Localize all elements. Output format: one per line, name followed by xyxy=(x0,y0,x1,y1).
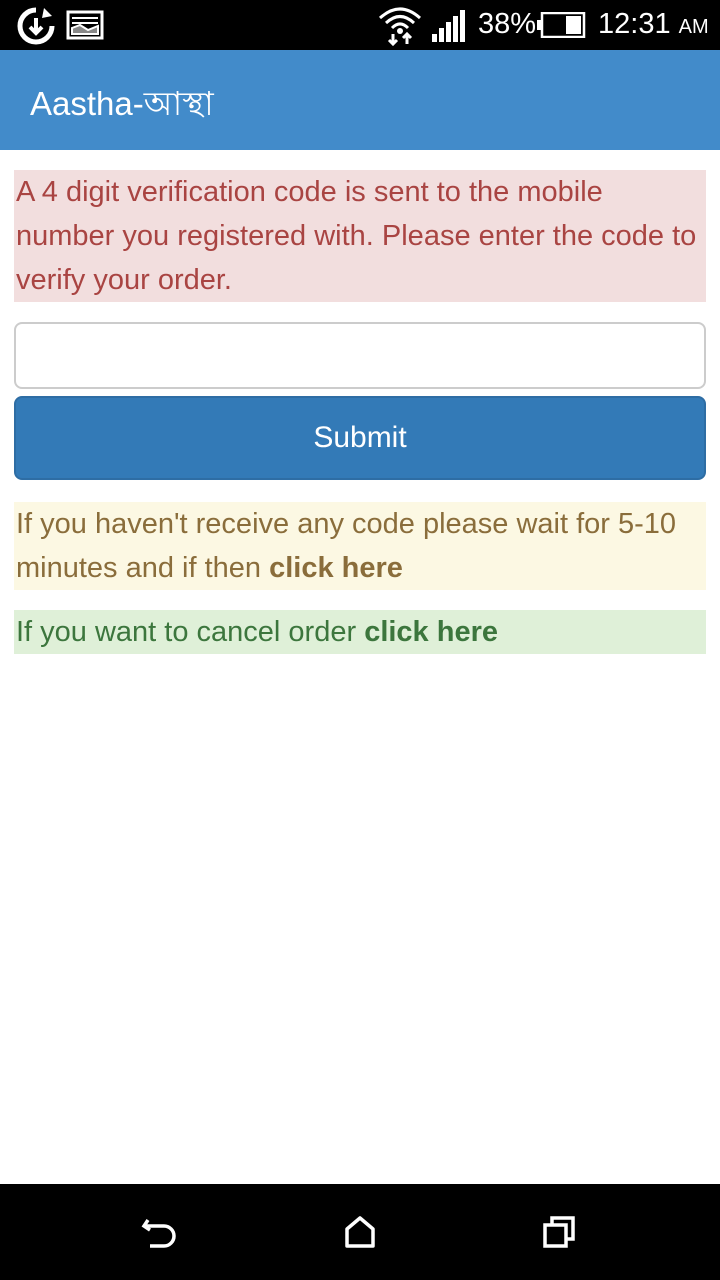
clock-ampm: AM xyxy=(678,16,709,38)
resend-message: If you haven't receive any code please w… xyxy=(14,502,706,590)
verification-message: A 4 digit verification code is sent to t… xyxy=(14,170,706,302)
verification-code-input[interactable] xyxy=(14,322,706,389)
home-icon[interactable] xyxy=(342,1214,378,1255)
app-bar: Aastha-আস্থা xyxy=(0,50,720,150)
recents-icon[interactable] xyxy=(542,1214,578,1255)
cancel-message: If you want to cancel order click here xyxy=(14,610,706,654)
status-bar: 38% 12:31 AM xyxy=(0,0,720,50)
battery-icon xyxy=(536,11,586,43)
cancel-order-link[interactable]: click here xyxy=(364,616,498,648)
back-icon[interactable] xyxy=(140,1214,180,1257)
cancel-text: If you want to cancel order xyxy=(16,616,365,648)
nav-bar xyxy=(0,1184,720,1280)
sync-icon xyxy=(16,6,56,51)
battery-percent: 38% xyxy=(478,8,537,40)
resend-link[interactable]: click here xyxy=(269,552,403,584)
signal-icon xyxy=(432,10,466,47)
clock: 12:31 AM xyxy=(598,8,709,41)
app-title: Aastha-আস্থা xyxy=(30,85,214,122)
image-icon xyxy=(66,10,104,45)
wifi-icon xyxy=(378,4,422,51)
submit-button[interactable]: Submit xyxy=(14,396,706,480)
clock-time: 12:31 xyxy=(598,8,671,40)
